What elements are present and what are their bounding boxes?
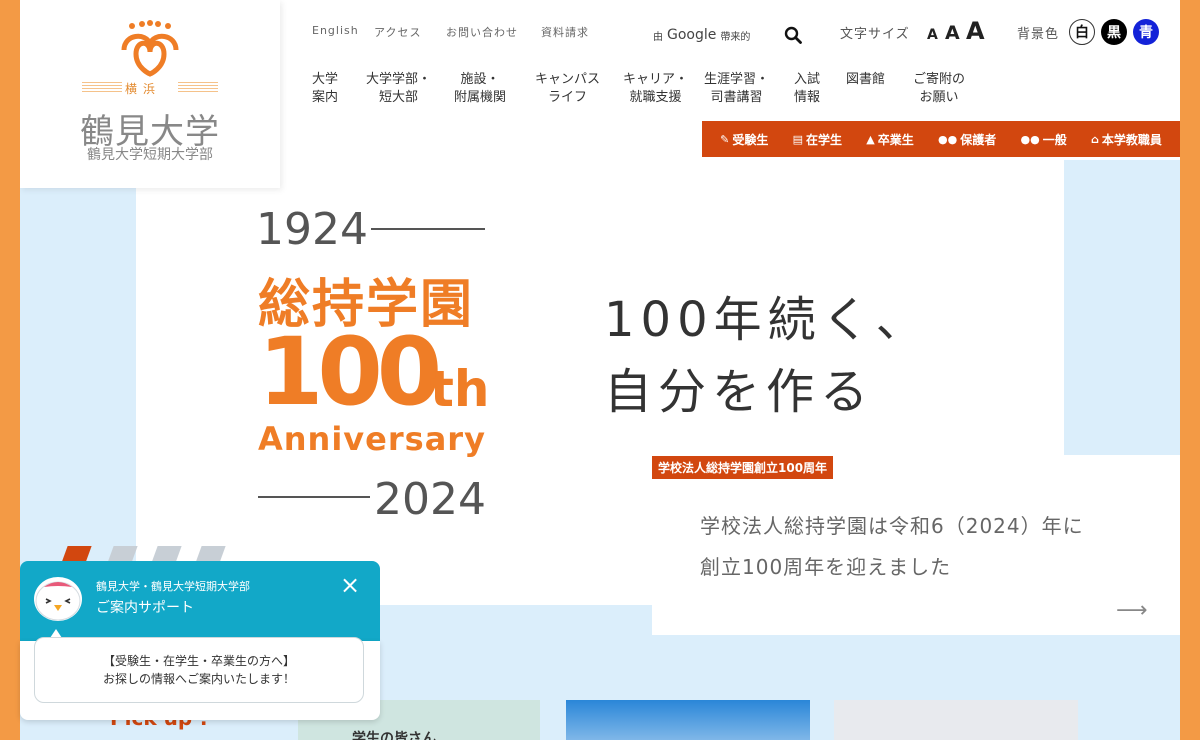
search-icon[interactable] — [784, 26, 802, 44]
chat-support-widget: 鶴見大学・鶴見大学短期大学部 ご案内サポート × 【受験生・在学生・卒業生の方へ… — [20, 561, 380, 720]
building-icon: ⌂ — [1090, 132, 1099, 146]
close-icon[interactable]: × — [340, 571, 360, 599]
chat-message-bubble[interactable]: 【受験生・在学生・卒業生の方へ】 お探しの情報へご案内いたします！ — [34, 637, 364, 703]
nav-library[interactable]: 図書館 — [846, 71, 885, 89]
year-line — [371, 228, 485, 230]
pickup-thumbnail-text: 学生の皆さん — [352, 731, 436, 740]
font-size-large-button[interactable]: A — [966, 17, 985, 45]
audience-parents[interactable]: ●● 保護者 — [938, 131, 996, 148]
chat-message-line2: お探しの情報へご案内いたします！ — [102, 672, 295, 686]
users-icon: ●● — [1020, 132, 1040, 146]
hero-catch-line1: 100年続く、 — [604, 292, 930, 348]
google-suffix: 帶来的 — [720, 31, 751, 43]
pickup-thumbnail[interactable] — [834, 700, 1078, 740]
background-color-label: 背景色 — [1017, 27, 1060, 42]
pickup-thumbnail[interactable] — [566, 700, 810, 740]
nav-career[interactable]: キャリア・ 就職支援 — [623, 71, 688, 107]
bg-blue-button[interactable]: 青 — [1133, 19, 1159, 45]
nav-campus-life[interactable]: キャンパス ライフ — [535, 71, 600, 107]
book-icon: ▤ — [792, 132, 804, 146]
audience-staff[interactable]: ⌂ 本学教職員 — [1091, 131, 1162, 148]
hero-anniversary: Anniversary — [258, 420, 486, 458]
hero-catch-line2: 自分を作る — [604, 364, 875, 420]
nav-faculties[interactable]: 大学学部・ 短大部 — [366, 71, 431, 107]
year-start: 1924 — [256, 204, 368, 255]
access-link[interactable]: アクセス — [374, 24, 421, 40]
contact-link[interactable]: お問い合わせ — [446, 24, 518, 40]
audience-prospective-students[interactable]: ✎ 受験生 — [720, 131, 768, 148]
nav-donation[interactable]: ご寄附の お願い — [913, 71, 965, 107]
chat-message-line1: 【受験生・在学生・卒業生の方へ】 — [102, 654, 295, 668]
audience-alumni[interactable]: ▲ 卒業生 — [866, 131, 913, 148]
nav-about[interactable]: 大学 案内 — [312, 71, 338, 107]
pencil-icon: ✎ — [720, 132, 730, 146]
year-end: 2024 — [374, 474, 486, 525]
nav-admissions[interactable]: 入試 情報 — [794, 71, 820, 107]
audience-general[interactable]: ●● 一般 — [1020, 131, 1066, 148]
arrow-right-icon[interactable]: ⟶ — [1116, 598, 1148, 623]
font-size-label: 文字サイズ — [840, 27, 910, 42]
hero-th: th — [430, 360, 490, 418]
site-logo[interactable]: 横浜 鶴見大学 鶴見大学短期大学部 — [20, 0, 280, 188]
users-icon: ●● — [938, 132, 958, 146]
request-materials-link[interactable]: 資料請求 — [541, 24, 589, 40]
bird-mascot-icon — [34, 577, 82, 621]
year-line — [258, 496, 370, 498]
bg-black-button[interactable]: 黒 — [1101, 19, 1127, 45]
chat-subtitle: ご案内サポート — [96, 600, 194, 616]
hero-description-line1: 学校法人総持学園は令和6（2024）年に — [700, 514, 1084, 538]
logo-junior-college-name: 鶴見大学短期大学部 — [87, 147, 213, 163]
nav-lifelong-learning[interactable]: 生涯学習・ 司書講習 — [704, 71, 769, 107]
google-translate-widget[interactable]: 由 Google 帶来的 — [653, 27, 750, 43]
hero-description-line2: 創立100周年を迎えました — [700, 555, 952, 579]
font-size-small-button[interactable]: A — [927, 27, 938, 43]
nav-facilities[interactable]: 施設・ 附属機関 — [454, 71, 506, 107]
english-link[interactable]: English — [312, 24, 359, 37]
font-size-medium-button[interactable]: A — [945, 22, 960, 44]
logo-yokohama: 横浜 — [125, 82, 162, 96]
logo-decoration — [178, 82, 218, 92]
hero-hundred: 100 — [258, 318, 442, 427]
graduation-cap-icon: ▲ — [866, 132, 875, 146]
google-prefix: 由 — [653, 31, 663, 43]
audience-current-students[interactable]: ▤ 在学生 — [793, 131, 842, 148]
hero-right-band — [1064, 160, 1180, 455]
logo-decoration — [82, 82, 122, 92]
chat-title: 鶴見大学・鶴見大学短期大学部 — [96, 580, 250, 593]
google-word: Google — [667, 27, 717, 43]
crane-logo-icon — [121, 20, 179, 77]
bg-white-button[interactable]: 白 — [1069, 19, 1095, 45]
audience-bar: ✎ 受験生 ▤ 在学生 ▲ 卒業生 ●● 保護者 ●● 一般 ⌂ 本学教職員 — [702, 121, 1180, 157]
hero-tag: 学校法人総持学園創立100周年 — [652, 456, 834, 479]
